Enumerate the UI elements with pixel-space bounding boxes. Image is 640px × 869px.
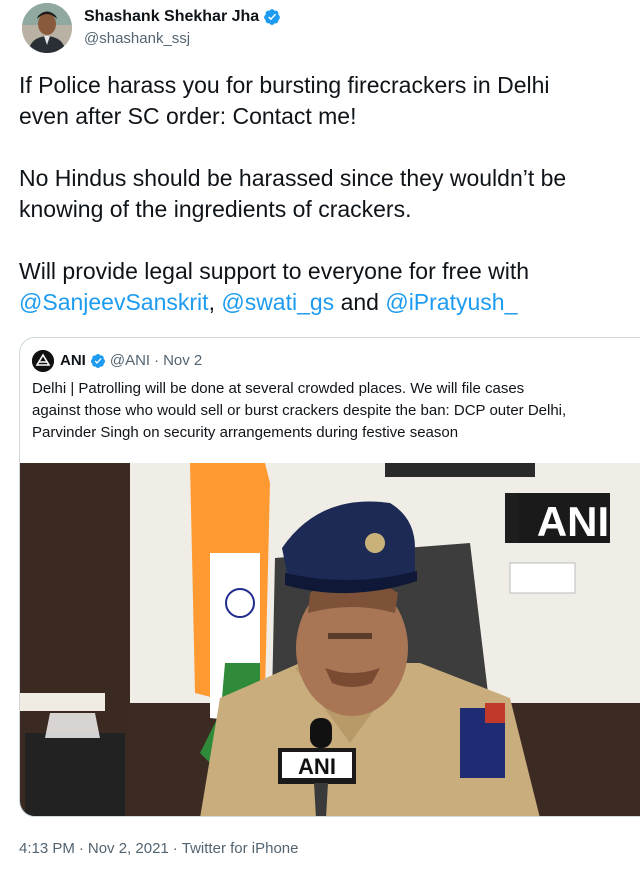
quoted-tweet-text: Delhi | Patrolling will be done at sever… — [32, 380, 567, 441]
ani-avatar[interactable] — [32, 350, 54, 372]
quoted-tweet-header: ANI @ANI · Nov 2 — [32, 350, 202, 372]
tweet-line: knowing of the ingredients of crackers. — [19, 196, 412, 222]
tweet-date[interactable]: Nov 2, 2021 — [88, 840, 169, 857]
tweet-line: Will provide legal support to everyone f… — [19, 258, 530, 284]
mention-link[interactable]: @swati_gs — [221, 289, 334, 315]
tweet-header: Shashank Shekhar Jha @shashank_ssj — [22, 2, 281, 54]
author-name[interactable]: Shashank Shekhar Jha — [84, 7, 259, 27]
tweet-time[interactable]: 4:13 PM — [19, 840, 75, 857]
quoted-author-handle[interactable]: @ANI — [110, 351, 150, 371]
verified-badge-icon — [90, 354, 105, 368]
quoted-tweet-card[interactable]: ANI @ANI · Nov 2 Delhi | Patrolling will… — [19, 337, 640, 817]
mention-link[interactable]: @iPratyush_ — [385, 289, 517, 315]
tweet-line: even after SC order: Contact me! — [19, 103, 357, 129]
ani-watermark: ANI — [537, 498, 609, 545]
tweet-source[interactable]: Twitter for iPhone — [182, 840, 299, 857]
author-handle[interactable]: @shashank_ssj — [84, 29, 281, 49]
tweet-line: If Police harass you for bursting firecr… — [19, 72, 550, 98]
verified-badge-icon — [264, 9, 281, 25]
mic-label: ANI — [298, 754, 336, 779]
tweet-footer: 4:13 PM · Nov 2, 2021 · Twitter for iPhone — [19, 840, 299, 857]
tweet-line: No Hindus should be harassed since they … — [19, 165, 567, 191]
mention-link[interactable]: @SanjeevSanskrit — [19, 289, 209, 315]
quoted-date[interactable]: Nov 2 — [163, 351, 202, 371]
author-avatar[interactable] — [22, 3, 72, 53]
tweet-body: If Police harass you for bursting firecr… — [19, 70, 639, 318]
tweet-mentions-line: @SanjeevSanskrit, @swati_gs and @iPratyu… — [19, 289, 518, 315]
quoted-video-thumbnail[interactable]: ANI ANI — [20, 463, 640, 817]
quoted-author-name[interactable]: ANI — [60, 351, 86, 371]
